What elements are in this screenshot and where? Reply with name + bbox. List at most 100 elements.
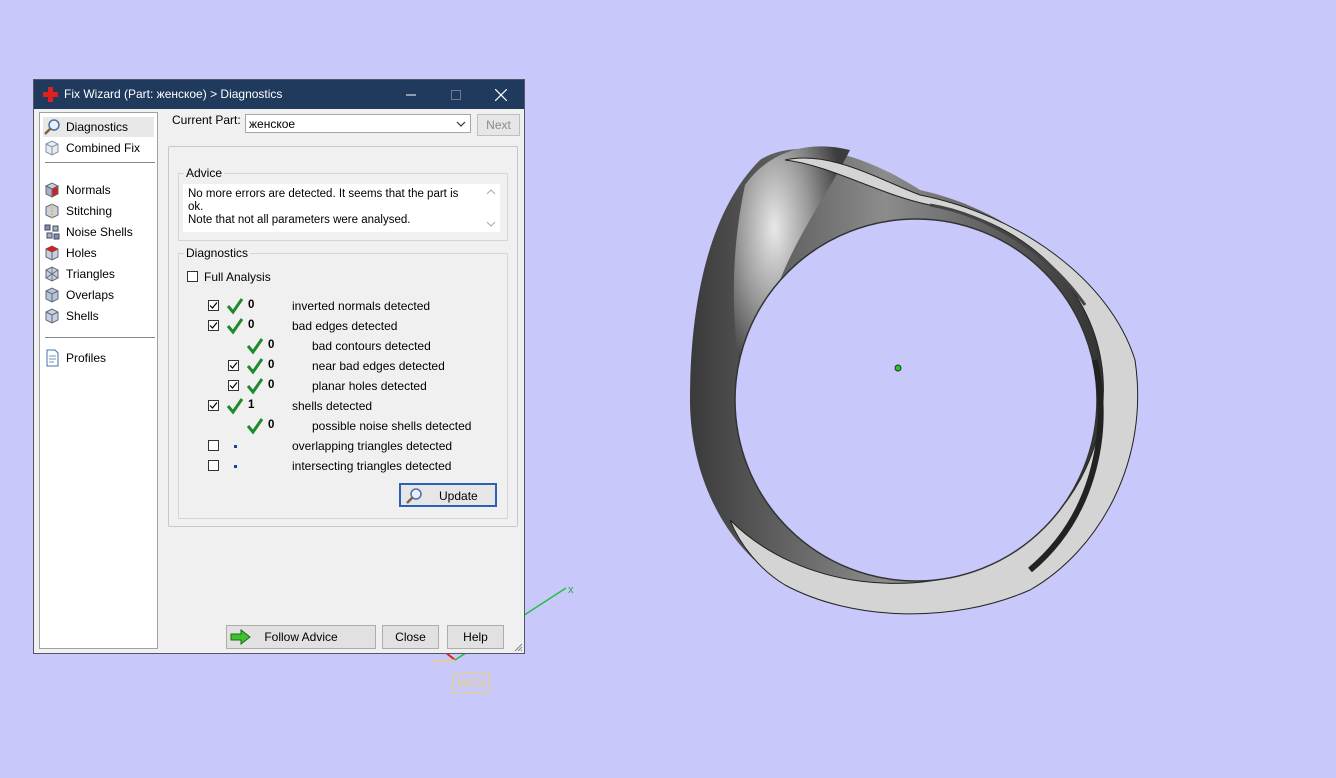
advice-group: Advice No more errors are detected. It s… bbox=[178, 166, 508, 241]
axis-x-label: x bbox=[568, 584, 574, 596]
sidebar-divider bbox=[45, 162, 155, 163]
sidebar-item-normals[interactable]: Normals bbox=[43, 180, 154, 200]
close-icon bbox=[494, 88, 508, 102]
diag-checkbox[interactable] bbox=[208, 320, 219, 331]
sidebar-item-stitching[interactable]: Stitching bbox=[43, 201, 154, 221]
diag-checkbox[interactable] bbox=[228, 380, 239, 391]
sidebar-item-label: Stitching bbox=[66, 204, 113, 218]
green-check-icon bbox=[246, 418, 264, 435]
sidebar-item-label: Overlaps bbox=[66, 288, 115, 302]
title-bar[interactable]: Fix Wizard (Part: женское) > Diagnostics bbox=[34, 80, 524, 109]
update-label: Update bbox=[439, 489, 478, 503]
diag-text: shells detected bbox=[292, 399, 373, 413]
diagnostics-group: Diagnostics Full Analysis 0 inverted nor… bbox=[178, 246, 508, 519]
diag-count: 0 bbox=[268, 339, 275, 351]
diag-text: planar holes detected bbox=[312, 379, 427, 393]
next-button[interactable]: Next bbox=[477, 114, 520, 136]
cube-overlap-icon bbox=[45, 287, 59, 303]
follow-advice-button[interactable]: Follow Advice bbox=[226, 625, 376, 649]
follow-advice-label: Follow Advice bbox=[264, 630, 338, 644]
current-part-value: женское bbox=[249, 117, 296, 131]
advice-textbox[interactable]: No more errors are detected. It seems th… bbox=[183, 184, 500, 232]
green-check-icon bbox=[226, 398, 244, 415]
diag-row-noise-shells: 0 possible noise shells detected bbox=[179, 417, 499, 435]
pending-dot-icon bbox=[234, 465, 237, 468]
sidebar-item-profiles[interactable]: Profiles bbox=[43, 348, 154, 368]
wizard-sidebar: Diagnostics Combined Fix Normals Stitchi… bbox=[39, 112, 158, 649]
help-button[interactable]: Help bbox=[447, 625, 504, 649]
sidebar-item-label: Noise Shells bbox=[66, 225, 133, 239]
sidebar-item-noise-shells[interactable]: Noise Shells bbox=[43, 222, 154, 242]
diag-text: possible noise shells detected bbox=[312, 419, 472, 433]
cube-wire-icon bbox=[45, 140, 59, 156]
green-check-icon bbox=[226, 298, 244, 315]
noise-dots-icon bbox=[44, 224, 60, 240]
current-part-label: Current Part: bbox=[172, 113, 241, 127]
maximize-icon bbox=[451, 90, 461, 101]
green-check-icon bbox=[226, 318, 244, 335]
full-analysis-label: Full Analysis bbox=[204, 270, 271, 284]
sidebar-item-diagnostics[interactable]: Diagnostics bbox=[43, 117, 154, 137]
sidebar-item-label: Combined Fix bbox=[66, 141, 141, 155]
diag-row-bad-edges: 0 bad edges detected bbox=[179, 317, 499, 335]
diag-checkbox[interactable] bbox=[208, 300, 219, 311]
diag-count: 0 bbox=[268, 419, 275, 431]
diag-text: inverted normals detected bbox=[292, 299, 431, 313]
sidebar-item-label: Holes bbox=[66, 246, 97, 260]
full-analysis-checkbox[interactable] bbox=[187, 271, 198, 282]
diag-text: bad edges detected bbox=[292, 319, 398, 333]
cube-hole-icon bbox=[45, 245, 59, 261]
green-arrow-icon bbox=[230, 629, 251, 645]
pivot-point bbox=[894, 364, 902, 372]
magnifier-icon bbox=[406, 488, 422, 504]
diagnostics-group-title: Diagnostics bbox=[184, 246, 251, 260]
current-part-dropdown[interactable]: женское bbox=[245, 114, 471, 133]
sidebar-item-label: Profiles bbox=[66, 351, 107, 365]
close-window-button[interactable] bbox=[478, 80, 524, 109]
diag-row-shells: 1 shells detected bbox=[179, 397, 499, 415]
sidebar-item-triangles[interactable]: Triangles bbox=[43, 264, 154, 284]
sidebar-item-label: Diagnostics bbox=[66, 120, 129, 134]
sidebar-item-combined-fix[interactable]: Combined Fix bbox=[43, 138, 154, 158]
advice-text: No more errors are detected. It seems th… bbox=[188, 188, 459, 226]
advice-group-title: Advice bbox=[184, 166, 225, 180]
dialog-title: Fix Wizard (Part: женское) > Diagnostics bbox=[64, 87, 283, 101]
green-check-icon bbox=[246, 338, 264, 355]
diag-text: near bad edges detected bbox=[312, 359, 445, 373]
diag-text: overlapping triangles detected bbox=[292, 439, 453, 453]
diag-text: bad contours detected bbox=[312, 339, 431, 353]
diag-checkbox[interactable] bbox=[208, 440, 219, 451]
sidebar-item-shells[interactable]: Shells bbox=[43, 306, 154, 326]
diag-checkbox[interactable] bbox=[208, 460, 219, 471]
close-button[interactable]: Close bbox=[382, 625, 439, 649]
fix-wizard-dialog: Fix Wizard (Part: женское) > Diagnostics… bbox=[33, 79, 525, 654]
diag-count: 0 bbox=[248, 319, 255, 331]
sidebar-divider bbox=[45, 337, 155, 338]
triangles-icon bbox=[45, 266, 59, 282]
diag-row-near-bad-edges: 0 near bad edges detected bbox=[179, 357, 499, 375]
sidebar-item-holes[interactable]: Holes bbox=[43, 243, 154, 263]
update-button[interactable]: Update bbox=[399, 483, 497, 507]
diag-row-planar-holes: 0 planar holes detected bbox=[179, 377, 499, 395]
ring-model bbox=[690, 146, 1139, 615]
cube-red-face-icon bbox=[44, 182, 60, 198]
diag-count: 0 bbox=[268, 379, 275, 391]
minimize-button[interactable] bbox=[388, 80, 434, 109]
diag-text: intersecting triangles detected bbox=[292, 459, 452, 473]
diag-row-bad-contours: 0 bad contours detected bbox=[179, 337, 499, 355]
resize-grip-icon[interactable] bbox=[513, 642, 523, 652]
diag-row-overlapping-triangles: overlapping triangles detected bbox=[179, 437, 499, 455]
diag-count: 0 bbox=[268, 359, 275, 371]
advice-scrollbar[interactable] bbox=[484, 186, 498, 230]
diag-checkbox[interactable] bbox=[228, 360, 239, 371]
diagnostics-panel: Advice No more errors are detected. It s… bbox=[168, 146, 518, 527]
maximize-button[interactable] bbox=[433, 80, 479, 109]
full-analysis-option[interactable]: Full Analysis bbox=[187, 268, 307, 286]
sidebar-item-label: Triangles bbox=[66, 267, 115, 281]
sidebar-item-label: Normals bbox=[66, 183, 111, 197]
sidebar-item-overlaps[interactable]: Overlaps bbox=[43, 285, 154, 305]
green-check-icon bbox=[246, 358, 264, 375]
diag-checkbox[interactable] bbox=[208, 400, 219, 411]
diag-row-intersecting-triangles: intersecting triangles detected bbox=[179, 457, 499, 475]
pending-dot-icon bbox=[234, 445, 237, 448]
